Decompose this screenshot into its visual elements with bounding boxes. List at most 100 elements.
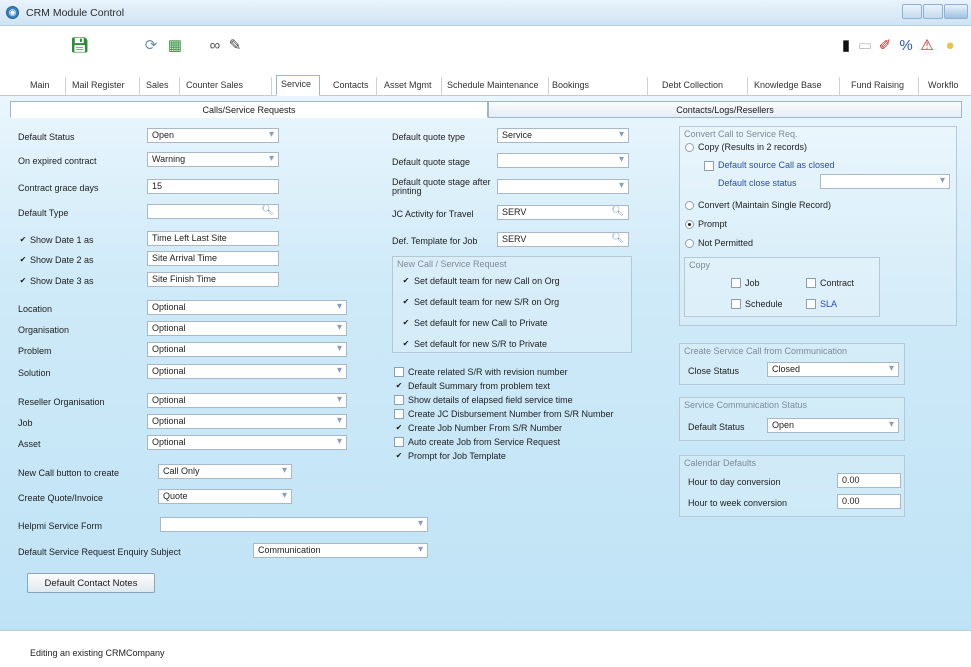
default-source-closed-checkbox[interactable]	[704, 161, 714, 171]
search-icon[interactable]: 🔍︎	[261, 205, 274, 216]
solution-select[interactable]: Optional	[147, 364, 347, 379]
tab-main[interactable]: Main	[30, 77, 66, 95]
close-status-select[interactable]: Closed	[767, 362, 899, 377]
tab-asset-mgmt[interactable]: Asset Mgmt	[384, 77, 442, 95]
prompt-radio[interactable]	[685, 220, 694, 229]
bulb-icon[interactable]: ●	[941, 38, 959, 54]
copy-schedule-checkbox[interactable]	[731, 299, 741, 309]
show-date-2-checkbox[interactable]	[18, 255, 28, 265]
elapsed-time-checkbox[interactable]	[394, 395, 404, 405]
wrench-icon[interactable]: ✎	[226, 38, 244, 54]
default-type-lookup[interactable]: 🔍︎	[147, 204, 279, 219]
show-date-3-label: Show Date 3 as	[30, 276, 94, 286]
show-date-3-checkbox[interactable]	[18, 276, 28, 286]
default-contact-notes-button[interactable]: Default Contact Notes	[27, 573, 155, 593]
binoculars-icon[interactable]: ∞	[206, 38, 224, 54]
refresh-icon[interactable]: ⟳	[142, 38, 160, 54]
show-date-3-input[interactable]: Site Finish Time	[147, 272, 279, 287]
tab-schedule-maintenance[interactable]: Schedule Maintenance	[447, 77, 549, 95]
not-permitted-radio[interactable]	[685, 239, 694, 248]
default-quote-stage-printing-select[interactable]	[497, 179, 629, 194]
default-team-sr-checkbox[interactable]	[401, 297, 411, 307]
def-template-job-lookup[interactable]: SERV 🔍︎	[497, 232, 629, 247]
organisation-label: Organisation	[18, 325, 70, 335]
marker-icon[interactable]: ✐	[876, 38, 894, 54]
jc-disbursement-label: Create JC Disbursement Number from S/R N…	[408, 409, 614, 419]
copy-contract-checkbox[interactable]	[806, 278, 816, 288]
copy-job-checkbox[interactable]	[731, 278, 741, 288]
warning-icon[interactable]: ⚠	[918, 38, 936, 54]
job-number-from-sr-checkbox[interactable]	[394, 423, 404, 433]
copy-sla-checkbox[interactable]	[806, 299, 816, 309]
helpmi-form-select[interactable]	[160, 517, 428, 532]
comm-default-status-select[interactable]: Open	[767, 418, 899, 433]
close-button[interactable]	[944, 4, 968, 19]
asset-select[interactable]: Optional	[147, 435, 347, 450]
related-sr-revision-checkbox[interactable]	[394, 367, 404, 377]
summary-from-problem-checkbox[interactable]	[394, 381, 404, 391]
show-date-1-checkbox[interactable]	[18, 235, 28, 245]
note-icon[interactable]: ▭	[856, 38, 874, 54]
grid-icon[interactable]: ▦	[166, 38, 184, 54]
copy-schedule-label: Schedule	[745, 299, 783, 309]
minimize-button[interactable]	[902, 4, 922, 19]
default-quote-stage-select[interactable]	[497, 153, 629, 168]
problem-label: Problem	[18, 346, 52, 356]
subtab-contacts-logs-resellers[interactable]: Contacts/Logs/Resellers	[488, 101, 962, 118]
elapsed-time-label: Show details of elapsed field service ti…	[408, 395, 573, 405]
tab-counter-sales[interactable]: Counter Sales	[186, 77, 272, 95]
job-number-from-sr-label: Create Job Number From S/R Number	[408, 423, 563, 433]
tab-debt-collection[interactable]: Debt Collection	[662, 77, 748, 95]
job-label: Job	[18, 418, 33, 428]
tab-sales[interactable]: Sales	[146, 77, 180, 95]
show-date-1-input[interactable]: Time Left Last Site	[147, 231, 279, 246]
hour-day-input[interactable]: 0.00	[837, 473, 901, 488]
default-call-private-checkbox[interactable]	[401, 318, 411, 328]
location-select[interactable]: Optional	[147, 300, 347, 315]
jc-activity-travel-lookup[interactable]: SERV 🔍︎	[497, 205, 629, 220]
default-team-call-checkbox[interactable]	[401, 276, 411, 286]
search-icon[interactable]: 🔍︎	[611, 233, 624, 244]
default-call-private-label: Set default for new Call to Private	[414, 318, 548, 328]
default-status-select[interactable]: Open	[147, 128, 279, 143]
convert-option-label: Convert (Maintain Single Record)	[698, 200, 832, 210]
contract-grace-days-input[interactable]: 15	[147, 179, 279, 194]
copy-option-label: Copy (Results in 2 records)	[698, 142, 808, 152]
tab-knowledge-base[interactable]: Knowledge Base	[754, 77, 840, 95]
reseller-organisation-select[interactable]: Optional	[147, 393, 347, 408]
copy-radio[interactable]	[685, 143, 694, 152]
default-status-label: Default Status	[18, 132, 75, 142]
auto-create-job-checkbox[interactable]	[394, 437, 404, 447]
on-expired-contract-select[interactable]: Warning	[147, 152, 279, 167]
create-quote-select[interactable]: Quote	[158, 489, 292, 504]
tab-mail-register[interactable]: Mail Register	[72, 77, 140, 95]
show-date-2-input[interactable]: Site Arrival Time	[147, 251, 279, 266]
prompt-job-template-checkbox[interactable]	[394, 451, 404, 461]
default-close-status-select[interactable]	[820, 174, 950, 189]
link-icon[interactable]: %	[897, 38, 915, 54]
subtab-calls-service-requests[interactable]: Calls/Service Requests	[10, 101, 488, 118]
maximize-button[interactable]	[923, 4, 943, 19]
convert-radio[interactable]	[685, 201, 694, 210]
tab-contacts[interactable]: Contacts	[333, 77, 377, 95]
default-sr-private-checkbox[interactable]	[401, 339, 411, 349]
tab-fund-raising[interactable]: Fund Raising	[851, 77, 919, 95]
jc-disbursement-checkbox[interactable]	[394, 409, 404, 419]
job-select[interactable]: Optional	[147, 414, 347, 429]
problem-select[interactable]: Optional	[147, 342, 347, 357]
default-quote-type-select[interactable]: Service	[497, 128, 629, 143]
title-bar: ◉ CRM Module Control	[0, 0, 971, 26]
hour-week-input[interactable]: 0.00	[837, 494, 901, 509]
new-call-button-select[interactable]: Call Only	[158, 464, 292, 479]
save-icon[interactable]: 💾︎	[70, 38, 89, 54]
search-icon[interactable]: 🔍︎	[611, 206, 624, 217]
tab-bookings[interactable]: Bookings	[552, 77, 648, 95]
default-quote-stage-label: Default quote stage	[392, 157, 471, 167]
module-tabs: Main Mail Register Sales Counter Sales S…	[0, 74, 971, 96]
close-status-label: Close Status	[688, 366, 740, 376]
tab-workflow[interactable]: Workflo	[928, 77, 971, 95]
tab-service[interactable]: Service	[276, 75, 320, 96]
enquiry-subject-select[interactable]: Communication	[253, 543, 428, 558]
phone-icon[interactable]: ▮	[837, 38, 855, 54]
organisation-select[interactable]: Optional	[147, 321, 347, 336]
